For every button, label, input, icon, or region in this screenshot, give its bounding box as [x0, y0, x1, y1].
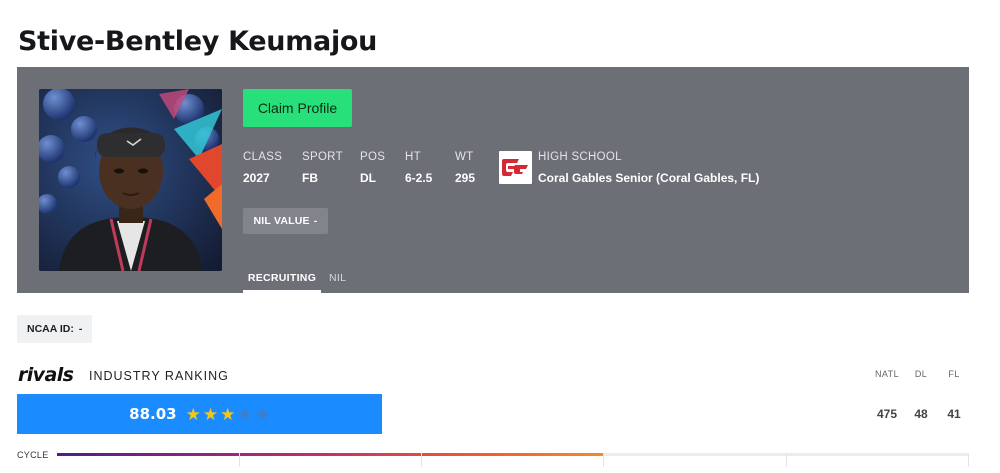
rank-header-natl: NATL [875, 369, 899, 379]
cycle-tick [239, 453, 240, 467]
stat-label: HT [405, 151, 421, 163]
rank-value-position[interactable]: 48 [908, 407, 934, 421]
high-school-label: HIGH SCHOOL [538, 151, 622, 163]
tab-nil[interactable]: NIL [329, 264, 349, 293]
stat-value: 295 [455, 171, 476, 185]
star-icon: ★ [202, 404, 219, 424]
stat-height: HT 6-2.5 [405, 151, 432, 185]
star-icon: ★ [254, 404, 270, 424]
stat-weight: WT 295 [455, 151, 475, 185]
nil-value: - [313, 215, 318, 227]
rating-value: 88.03 [129, 405, 177, 423]
stat-value: FB [302, 171, 318, 185]
claim-profile-button[interactable]: Claim Profile [243, 89, 352, 127]
stat-label: WT [455, 151, 474, 163]
nil-value-label: NIL VALUE [253, 215, 310, 227]
stat-position: POS DL [360, 151, 385, 185]
nil-value-button[interactable]: NIL VALUE - [243, 208, 328, 234]
ncaa-id-label: NCAA ID: [27, 323, 74, 335]
ncaa-id-value: - [78, 323, 83, 335]
player-photo [39, 89, 222, 271]
rank-value-state[interactable]: 41 [941, 407, 967, 421]
industry-ranking-label: INDUSTRY RANKING [89, 369, 229, 383]
cycle-label: CYCLE [17, 450, 49, 460]
cycle-progress-track [57, 453, 969, 467]
high-school-info: HIGH SCHOOL Coral Gables Senior (Coral G… [538, 151, 759, 185]
rank-header-state: FL [948, 369, 960, 379]
stat-class: CLASS 2027 [243, 151, 282, 185]
tab-recruiting[interactable]: RECRUITING [243, 264, 321, 293]
school-logo[interactable] [499, 151, 532, 184]
rank-value-natl[interactable]: 475 [869, 407, 905, 421]
stat-label: POS [360, 151, 386, 163]
stat-value: 2027 [243, 171, 270, 185]
profile-hero: Claim Profile CLASS 2027 SPORT FB POS DL… [17, 67, 969, 293]
star-icon: ★ [220, 404, 236, 424]
stat-value: 6-2.5 [405, 171, 433, 185]
stat-sport: SPORT FB [302, 151, 343, 185]
stat-label: CLASS [243, 151, 283, 163]
high-school-name[interactable]: Coral Gables Senior (Coral Gables, FL) [538, 171, 759, 185]
stat-label: SPORT [302, 151, 343, 163]
cycle-tick [786, 453, 787, 467]
cycle-progress-fill [57, 453, 605, 456]
rivals-logo: rivals [18, 364, 74, 386]
star-icon: ★ [237, 404, 253, 424]
page-title: Stive-Bentley Keumajou [18, 26, 378, 57]
ncaa-id-badge: NCAA ID: - [17, 315, 93, 343]
stat-value: DL [360, 171, 376, 185]
star-icon: ★ [185, 404, 201, 424]
rank-header-position: DL [914, 369, 928, 379]
cycle-tick [603, 453, 604, 467]
star-rating: ★ ★ ★ ★ ★ [186, 406, 270, 423]
rating-bar: 88.03 ★ ★ ★ ★ ★ [17, 394, 382, 434]
cycle-tick [968, 453, 969, 467]
cycle-tick [421, 453, 422, 467]
